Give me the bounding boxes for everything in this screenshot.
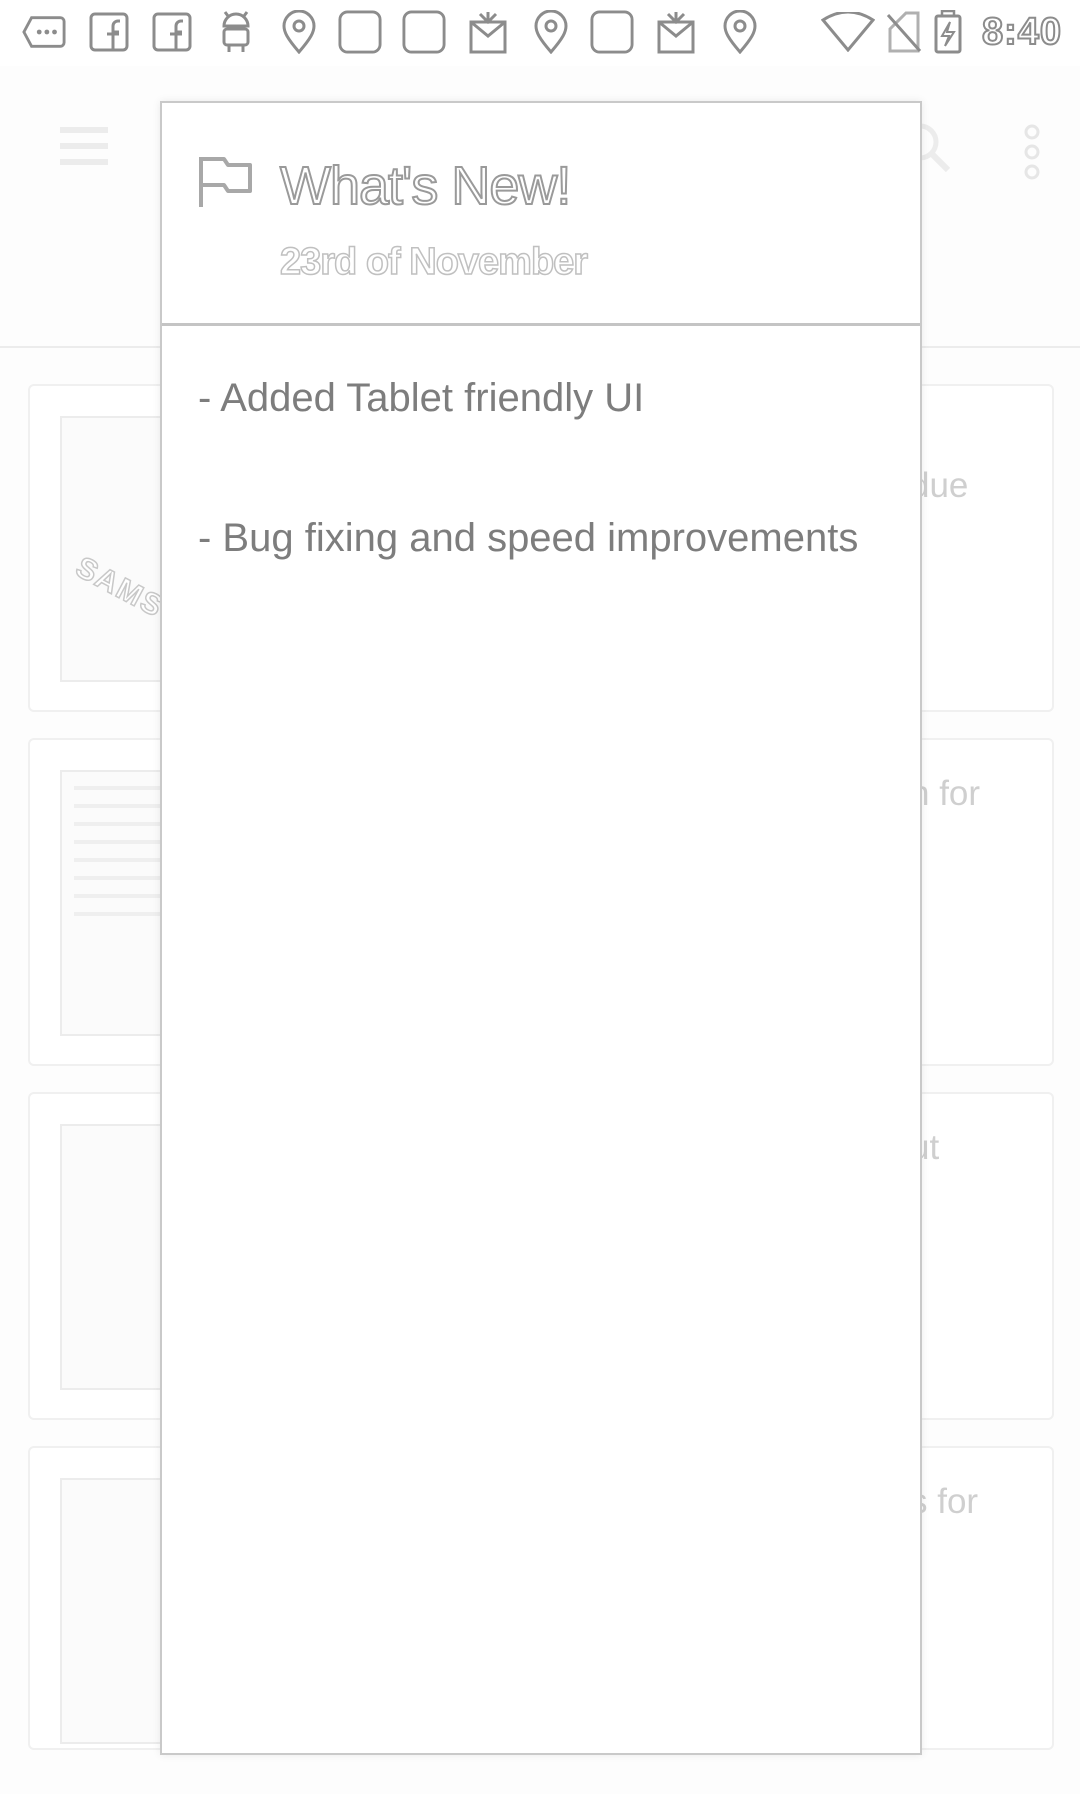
dialog-title: What's New! [279,155,572,217]
chat-bubble-icon [22,10,66,54]
gift-icon [654,10,698,54]
blank-notification-icon [338,10,382,54]
changelog-item: - Bug fixing and speed improvements [198,516,859,560]
dialog-body: - Added Tablet friendly UI - Bug fixing … [198,365,878,645]
location-pin-icon [718,10,762,54]
menu-icon[interactable] [58,126,110,166]
facebook-icon [87,10,131,54]
android-notification-icon [214,10,258,54]
status-bar-time: 8:40 [981,10,1062,54]
flag-icon [196,153,254,209]
gift-icon [466,10,510,54]
battery-charging-icon [932,10,964,54]
dialog-header: What's New! 23rd of November [162,103,920,326]
location-pin-icon [529,10,573,54]
dialog-date: 23rd of November [279,240,589,284]
changelog-item: - Added Tablet friendly UI [198,376,645,420]
facebook-icon [150,10,194,54]
blank-notification-icon [402,10,446,54]
no-sim-icon [882,10,926,54]
wifi-icon [820,10,876,54]
blank-notification-icon [590,10,634,54]
status-bar: 8:40 [0,0,1080,66]
whats-new-dialog: What's New! 23rd of November - Added Tab… [160,101,922,1755]
location-pin-icon [277,10,321,54]
more-options-icon[interactable] [1014,124,1050,180]
